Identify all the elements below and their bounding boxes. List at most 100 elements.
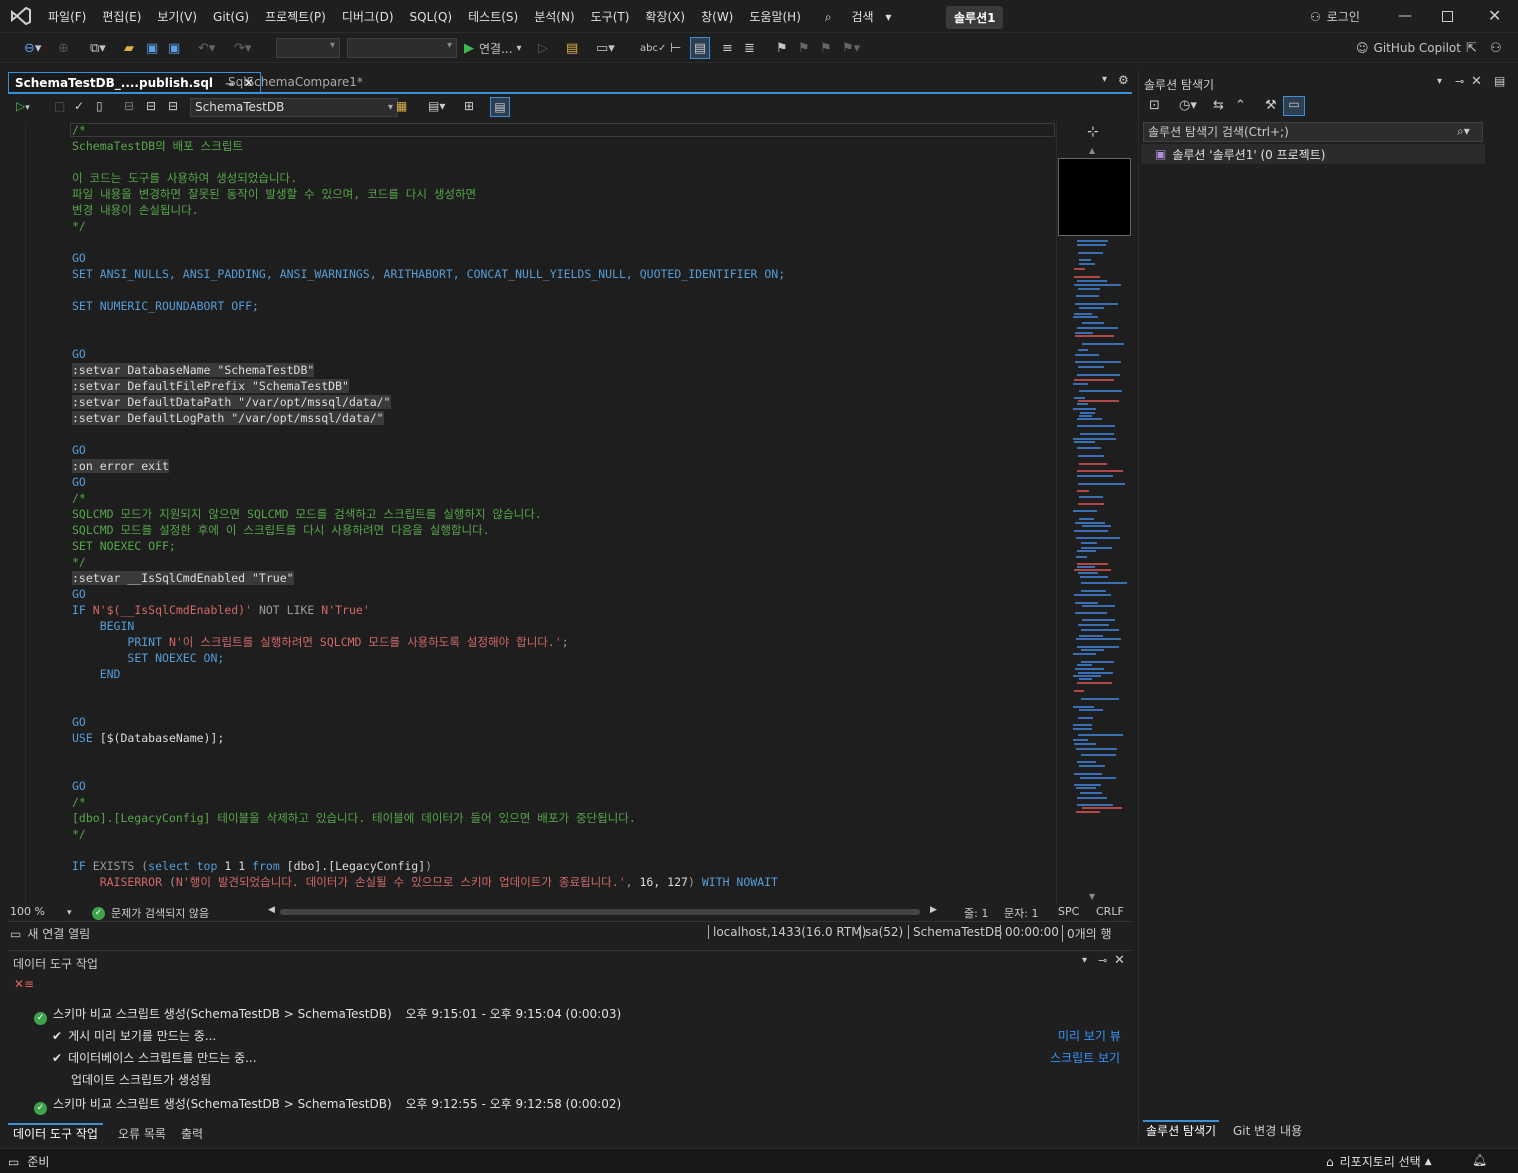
solution-root-item[interactable]: ▣ 솔루션 '솔루션1' (0 프로젝트) bbox=[1141, 144, 1485, 164]
estimated-plan-icon[interactable]: ▦ bbox=[396, 99, 407, 113]
indent-icon[interactable]: ≡ bbox=[722, 33, 733, 63]
menu-git[interactable]: Git(G) bbox=[205, 10, 257, 24]
maximize-button[interactable] bbox=[1442, 11, 1453, 22]
align-left-icon[interactable]: ⊢ bbox=[670, 33, 681, 63]
nav-back-icon[interactable]: ⊖ ▾ bbox=[24, 33, 41, 63]
menu-edit[interactable]: 편집(E) bbox=[94, 8, 149, 25]
task-row[interactable]: ✓ 스키마 비교 스크립트 생성(SchemaTestDB > SchemaTes… bbox=[34, 1005, 621, 1025]
menu-window[interactable]: 창(W) bbox=[693, 8, 741, 25]
sqlcmd-mode-icon[interactable]: ▤ bbox=[490, 97, 510, 117]
configuration-dropdown[interactable] bbox=[276, 38, 340, 58]
start-without-debug-icon[interactable]: ▷ bbox=[538, 33, 548, 63]
menu-tools[interactable]: 도구(T) bbox=[583, 8, 638, 25]
line-ending-indicator[interactable]: CRLF bbox=[1096, 905, 1124, 918]
panel-menu-icon[interactable]: ▾ bbox=[1437, 76, 1442, 87]
code-editor[interactable]: /* SchemaTestDB의 배포 스크립트 이 코드는 도구를 사용하여 생성… bbox=[8, 122, 1056, 904]
editor-minimap-scrollbar[interactable]: ⊹ ▲ ▼ bbox=[1056, 122, 1132, 904]
copilot-button[interactable]: ☺ GitHub Copilot bbox=[1356, 33, 1461, 63]
switch-views-icon[interactable]: ⊡ bbox=[1149, 98, 1160, 113]
task-row[interactable]: ✓ 스키마 비교 스크립트 생성(SchemaTestDB > SchemaTes… bbox=[34, 1095, 621, 1115]
execute-icon[interactable]: ▷▾ bbox=[16, 99, 30, 113]
zoom-dropdown[interactable]: 100 % ▾ bbox=[10, 905, 71, 918]
properties-wrench-icon[interactable]: ⚒ bbox=[1265, 98, 1277, 113]
redo-icon[interactable]: ↷▾ bbox=[234, 33, 251, 63]
minimize-button[interactable]: — bbox=[1398, 8, 1412, 24]
view-script-link[interactable]: 스크립트 보기 bbox=[1050, 1049, 1120, 1066]
tab-list-dropdown-icon[interactable]: ▾ bbox=[1102, 74, 1107, 85]
tab-solution-explorer[interactable]: 솔루션 탐색기 bbox=[1143, 1120, 1220, 1139]
settings-gear-icon[interactable]: ⚙ bbox=[1118, 73, 1129, 87]
menu-sql[interactable]: SQL(Q) bbox=[402, 10, 461, 24]
notifications-side-icon[interactable]: ▤ bbox=[1494, 74, 1505, 88]
login-button[interactable]: ⚇ 로그인 bbox=[1310, 0, 1360, 33]
split-editor-icon[interactable]: ⊹ bbox=[1087, 124, 1099, 140]
folder-tools-icon[interactable]: ▤ bbox=[566, 33, 578, 63]
share-icon[interactable]: ⇱ bbox=[1466, 33, 1477, 63]
parse-icon[interactable]: ✓ bbox=[74, 99, 84, 113]
panel-menu-icon[interactable]: ▾ bbox=[1082, 955, 1087, 966]
whitespace-indicator[interactable]: SPC bbox=[1058, 905, 1079, 918]
next-bookmark-icon[interactable]: ⚑ bbox=[820, 33, 832, 63]
menu-debug[interactable]: 디버그(D) bbox=[334, 8, 402, 25]
platform-dropdown[interactable] bbox=[347, 38, 457, 58]
panel-pin-icon[interactable]: ⊸ bbox=[1455, 75, 1464, 88]
notification-bell-icon[interactable]: 🔔︎ bbox=[1472, 1153, 1487, 1167]
sync-icon[interactable]: ⇆ bbox=[1213, 98, 1224, 113]
hscroll-right-icon[interactable]: ▶ bbox=[930, 905, 937, 915]
toggle-panel-icon[interactable]: ▤ bbox=[690, 37, 710, 59]
column-indicator[interactable]: 문자: 1 bbox=[1004, 905, 1038, 921]
menu-test[interactable]: 테스트(S) bbox=[460, 8, 526, 25]
horizontal-scrollbar[interactable] bbox=[280, 909, 920, 915]
tab-data-tools[interactable]: 데이터 도구 작업 bbox=[8, 1123, 103, 1142]
issues-indicator[interactable]: ✓ 문제가 검색되지 않음 bbox=[92, 905, 209, 921]
preview-view-link[interactable]: 미리 보기 뷰 bbox=[1058, 1027, 1121, 1044]
nav-forward-icon[interactable]: ⊕ bbox=[58, 33, 69, 63]
open-folder-icon[interactable]: ▰ bbox=[124, 33, 134, 63]
solution-search-input[interactable]: 솔루션 탐색기 검색(Ctrl+;) bbox=[1143, 122, 1483, 142]
clear-list-icon[interactable]: ✕≡ bbox=[14, 977, 34, 991]
menu-search[interactable]: ⌕ 검색 ▾ bbox=[809, 8, 899, 25]
panel-pin-icon[interactable]: ⊸ bbox=[1098, 954, 1107, 967]
panel-close-icon[interactable]: ✕ bbox=[1471, 74, 1482, 89]
scroll-up-icon[interactable]: ▲ bbox=[1089, 146, 1095, 155]
visual-studio-logo-icon[interactable] bbox=[10, 6, 32, 26]
tab-git-changes[interactable]: Git 변경 내용 bbox=[1233, 1122, 1302, 1139]
outdent-icon[interactable]: ≣ bbox=[744, 33, 755, 63]
clear-bookmarks-icon[interactable]: ⚑▾ bbox=[842, 33, 860, 63]
history-icon[interactable]: ◷▾ bbox=[1179, 98, 1197, 113]
tab-output[interactable]: 출력 bbox=[181, 1125, 203, 1142]
menu-analyze[interactable]: 분석(N) bbox=[526, 8, 582, 25]
preview-selected-icon[interactable]: ▭ bbox=[1283, 96, 1305, 116]
undo-icon[interactable]: ↶▾ bbox=[198, 33, 215, 63]
save-all-icon[interactable]: ▣ bbox=[168, 33, 180, 63]
menu-help[interactable]: 도움말(H) bbox=[741, 8, 809, 25]
search-icon[interactable]: ⌕▾ bbox=[1457, 124, 1470, 139]
close-window-button[interactable]: ✕ bbox=[1488, 6, 1501, 25]
new-query-icon[interactable]: ▯ bbox=[96, 99, 103, 113]
menu-view[interactable]: 보기(V) bbox=[149, 8, 205, 25]
query-options-icon[interactable]: ⊞ bbox=[464, 99, 474, 113]
bookmark-icon[interactable]: ⚑ bbox=[776, 33, 788, 63]
tab-schema-compare[interactable]: SqlSchemaCompare1* bbox=[222, 72, 369, 92]
disconnect-icon[interactable]: ⊟ bbox=[124, 99, 134, 113]
new-project-icon[interactable]: ⧉▾ bbox=[90, 33, 106, 63]
panel-close-icon[interactable]: ✕ bbox=[1114, 953, 1125, 968]
collapse-all-icon[interactable]: ⌃ bbox=[1235, 98, 1246, 113]
select-repository-button[interactable]: ⌂ 리포지토리 선택 ▲ bbox=[1326, 1153, 1432, 1170]
scroll-down-icon[interactable]: ▼ bbox=[1089, 892, 1095, 901]
connection-icon[interactable]: ⊟ bbox=[168, 99, 178, 113]
hscroll-left-icon[interactable]: ◀ bbox=[268, 905, 275, 915]
minimap-viewport[interactable] bbox=[1058, 158, 1131, 236]
prev-bookmark-icon[interactable]: ⚑ bbox=[798, 33, 810, 63]
change-connection-icon[interactable]: ⊟ bbox=[146, 99, 156, 113]
layout-icon[interactable]: ▭▾ bbox=[596, 33, 615, 63]
save-icon[interactable]: ▣ bbox=[146, 33, 158, 63]
spellcheck-icon[interactable]: abc✓ bbox=[640, 33, 666, 63]
database-select[interactable]: SchemaTestDB bbox=[190, 98, 398, 117]
menu-extensions[interactable]: 확장(X) bbox=[637, 8, 693, 25]
feedback-icon[interactable]: ⚇ bbox=[1490, 33, 1502, 63]
tab-error-list[interactable]: 오류 목록 bbox=[118, 1125, 166, 1142]
connect-button[interactable]: ▶ 연결... ▾ bbox=[464, 33, 522, 63]
results-to-icon[interactable]: ▤▾ bbox=[428, 99, 445, 113]
menu-project[interactable]: 프로젝트(P) bbox=[257, 8, 334, 25]
